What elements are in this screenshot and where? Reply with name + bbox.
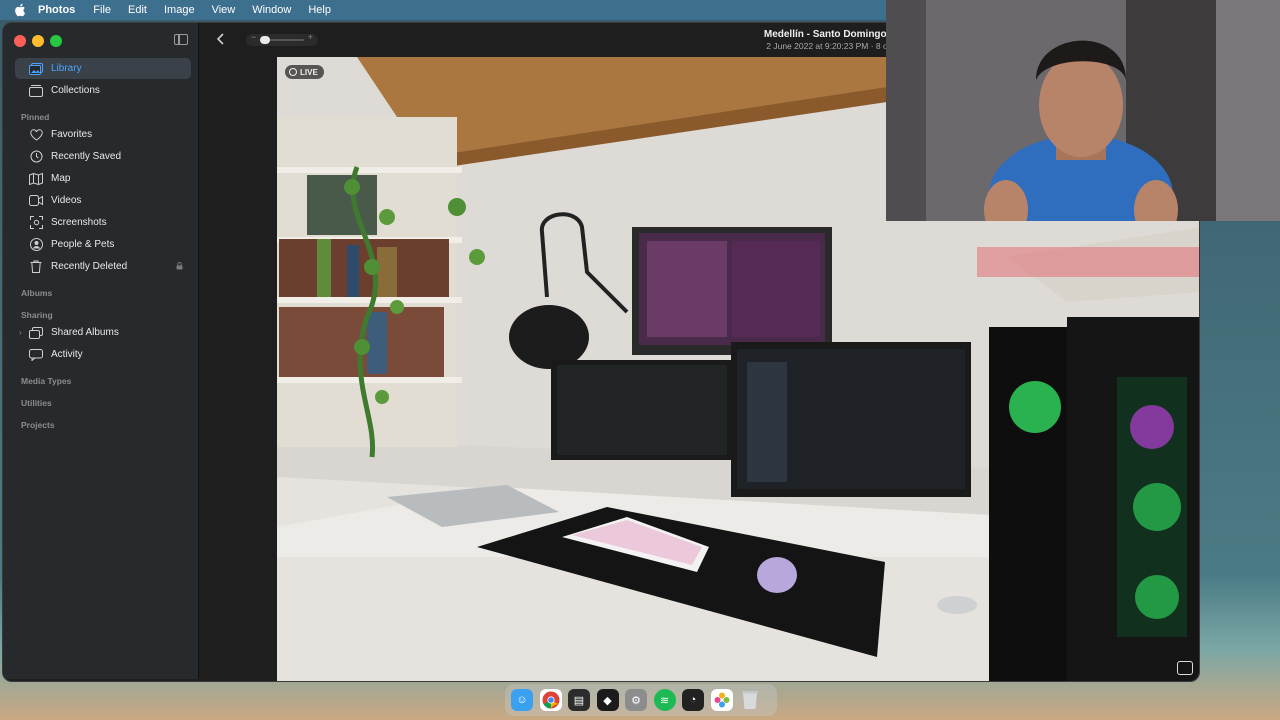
person-icon — [29, 238, 43, 252]
zoom-slider[interactable]: − + — [246, 32, 318, 46]
sidebar-item-favorites[interactable]: Favorites — [15, 124, 191, 145]
sidebar-item-people-pets[interactable]: People & Pets — [15, 234, 191, 255]
map-icon — [29, 172, 43, 186]
sidebar-toggle-icon[interactable] — [174, 34, 188, 45]
sidebar-item-activity[interactable]: Activity — [15, 344, 191, 365]
recently-saved-icon — [29, 150, 43, 164]
sidebar-item-label: Recently Deleted — [51, 261, 128, 272]
menu-help[interactable]: Help — [308, 4, 331, 16]
trash-icon — [29, 260, 43, 274]
photo-date: 2 June 2022 at 9:20:23 PM — [766, 41, 869, 51]
sidebar-item-screenshots[interactable]: Screenshots — [15, 212, 191, 233]
zoom-minus-label: − — [251, 32, 257, 42]
section-header-media-types[interactable]: Media Types — [21, 376, 71, 386]
sidebar-item-library[interactable]: Library — [15, 58, 191, 79]
sidebar-item-label: Recently Saved — [51, 151, 122, 162]
sidebar-item-label: Favorites — [51, 129, 93, 140]
chrome-icon[interactable] — [539, 689, 562, 711]
sidebar: Library Collections Pinned Favorites Rec… — [3, 23, 199, 679]
activity-bubble-icon — [29, 348, 43, 362]
screenshot-icon — [29, 216, 43, 230]
live-label: LIVE — [300, 67, 318, 77]
spotify-icon[interactable]: ≋ — [653, 689, 676, 711]
section-header-pinned: Pinned — [21, 112, 50, 122]
menu-app-name[interactable]: Photos — [38, 4, 75, 16]
sidebar-item-map[interactable]: Map — [15, 168, 191, 189]
section-header-sharing[interactable]: Sharing — [21, 310, 53, 320]
shared-albums-icon — [29, 326, 43, 340]
sidebar-item-collections[interactable]: Collections — [15, 80, 191, 101]
back-button[interactable] — [212, 31, 230, 49]
video-icon — [29, 194, 43, 208]
folder-icon — [29, 84, 43, 98]
menu-file[interactable]: File — [93, 4, 111, 16]
photo-library-icon — [29, 62, 43, 76]
sidebar-item-shared-albums[interactable]: › Shared Albums — [15, 322, 191, 343]
heart-icon — [29, 128, 43, 142]
live-photo-icon — [289, 68, 297, 76]
window-zoom-button[interactable] — [50, 35, 62, 47]
cursor-app-icon[interactable]: ◆ — [596, 689, 619, 711]
zoom-plus-label: + — [307, 32, 313, 42]
visual-lookup-icon[interactable] — [1177, 661, 1193, 675]
menu-view[interactable]: View — [212, 4, 236, 16]
trash-icon[interactable] — [739, 689, 761, 711]
settings-icon[interactable]: ⚙ — [625, 689, 647, 711]
sidebar-item-label: Activity — [51, 349, 83, 360]
apple-logo-icon[interactable] — [14, 3, 28, 17]
webcam-overlay — [886, 0, 1280, 221]
dock: ☺ ▤ ◆ ⚙ ≋ ◔ — [505, 684, 777, 716]
lock-icon — [176, 261, 183, 272]
sidebar-item-recently-saved[interactable]: Recently Saved — [15, 146, 191, 167]
window-minimize-button[interactable] — [32, 35, 44, 47]
finder-icon[interactable]: ☺ — [511, 689, 533, 711]
section-header-albums[interactable]: Albums — [21, 288, 52, 298]
sidebar-item-label: Library — [51, 63, 82, 74]
sidebar-item-label: Shared Albums — [51, 327, 119, 338]
sidebar-item-label: Map — [51, 173, 71, 184]
sidebar-item-label: People & Pets — [51, 239, 115, 250]
sidebar-item-label: Videos — [51, 195, 82, 206]
chevron-right-icon[interactable]: › — [19, 328, 22, 337]
section-header-utilities[interactable]: Utilities — [21, 398, 52, 408]
sidebar-item-label: Screenshots — [51, 217, 107, 228]
activity-monitor-icon[interactable]: ◔ — [682, 689, 704, 711]
live-photo-badge[interactable]: LIVE — [285, 65, 324, 79]
sidebar-item-label: Collections — [51, 85, 100, 96]
notes-icon[interactable]: ▤ — [568, 689, 590, 711]
sidebar-item-recently-deleted[interactable]: Recently Deleted — [15, 256, 191, 277]
menu-window[interactable]: Window — [252, 4, 291, 16]
section-header-projects[interactable]: Projects — [21, 420, 55, 430]
menu-edit[interactable]: Edit — [128, 4, 147, 16]
photos-icon[interactable] — [710, 689, 733, 711]
zoom-knob[interactable] — [260, 36, 270, 44]
sidebar-item-videos[interactable]: Videos — [15, 190, 191, 211]
menu-image[interactable]: Image — [164, 4, 195, 16]
presenter-video — [886, 0, 1280, 221]
window-close-button[interactable] — [14, 35, 26, 47]
